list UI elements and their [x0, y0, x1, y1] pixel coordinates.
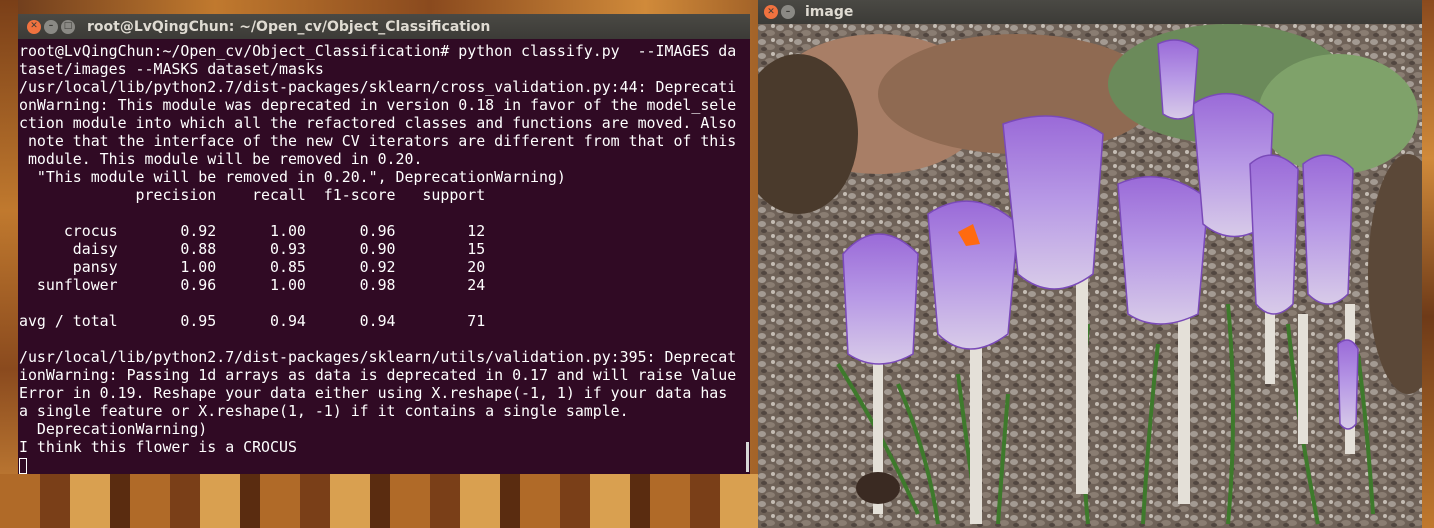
crocus-photo: [758, 24, 1422, 528]
minimize-icon[interactable]: –: [44, 19, 58, 34]
terminal-line: taset/images --MASKS dataset/masks: [19, 60, 324, 78]
terminal-line: precision recall f1-score support: [19, 186, 486, 204]
terminal-line: sunflower 0.96 1.00 0.98 24: [19, 276, 486, 294]
terminal-output[interactable]: root@LvQingChun:~/Open_cv/Object_Classif…: [18, 39, 750, 474]
terminal-line: pansy 1.00 0.85 0.92 20: [19, 258, 486, 276]
desktop-wallpaper-right: [1422, 0, 1434, 528]
terminal-titlebar[interactable]: ✕ – □ root@LvQingChun: ~/Open_cv/Object_…: [18, 14, 750, 39]
terminal-scrollbar[interactable]: [746, 442, 749, 472]
close-icon[interactable]: ✕: [27, 19, 41, 34]
terminal-line: "This module will be removed in 0.20.", …: [19, 168, 566, 186]
terminal-line: I think this flower is a CROCUS: [19, 438, 297, 456]
terminal-line: onWarning: This module was deprecated in…: [19, 96, 737, 114]
terminal-line: /usr/local/lib/python2.7/dist-packages/s…: [19, 78, 737, 96]
maximize-icon[interactable]: □: [61, 19, 75, 34]
terminal-cursor: [19, 456, 750, 474]
terminal-line: /usr/local/lib/python2.7/dist-packages/s…: [19, 348, 737, 366]
terminal-window[interactable]: ✕ – □ root@LvQingChun: ~/Open_cv/Object_…: [18, 14, 750, 474]
terminal-line: crocus 0.92 1.00 0.96 12: [19, 222, 486, 240]
terminal-line: avg / total 0.95 0.94 0.94 71: [19, 312, 486, 330]
image-titlebar[interactable]: ✕ – image: [758, 0, 1422, 24]
terminal-line: daisy 0.88 0.93 0.90 15: [19, 240, 486, 258]
terminal-line: note that the interface of the new CV it…: [19, 132, 737, 150]
desktop-wallpaper-left: [0, 0, 18, 528]
terminal-line: ionWarning: Passing 1d arrays as data is…: [19, 366, 737, 384]
close-icon[interactable]: ✕: [764, 5, 778, 19]
terminal-line: module. This module will be removed in 0…: [19, 150, 423, 168]
terminal-line: Error in 0.19. Reshape your data either …: [19, 384, 728, 402]
terminal-line: ction module into which all the refactor…: [19, 114, 737, 132]
terminal-line: root@LvQingChun:~/Open_cv/Object_Classif…: [19, 42, 737, 60]
image-title: image: [805, 4, 854, 20]
terminal-line: DeprecationWarning): [19, 420, 208, 438]
terminal-title: root@LvQingChun: ~/Open_cv/Object_Classi…: [87, 18, 491, 35]
desktop-wallpaper-bottom: [0, 474, 758, 528]
minimize-icon[interactable]: –: [781, 5, 795, 19]
terminal-line: a single feature or X.reshape(1, -1) if …: [19, 402, 629, 420]
image-window[interactable]: ✕ – image: [758, 0, 1422, 528]
